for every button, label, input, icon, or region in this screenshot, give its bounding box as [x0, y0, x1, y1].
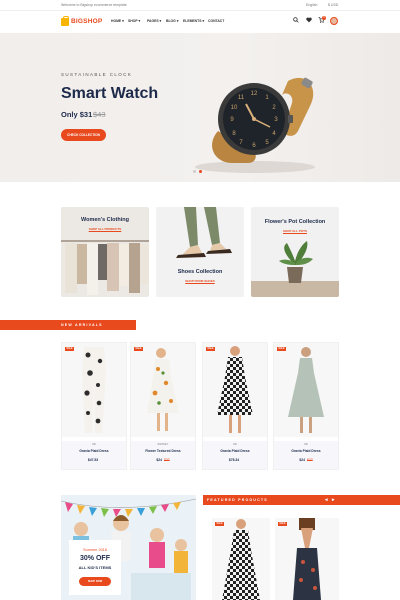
new-arrivals-heading: NEW ARRIVALS: [0, 320, 136, 330]
promo-subtitle: ALL KID'S ITEMS: [78, 565, 112, 570]
hero-old-price: $43: [93, 110, 106, 119]
category-title: Flower's Pot Collection: [264, 219, 326, 225]
menu-item-blog[interactable]: BLOG ▾: [166, 19, 178, 23]
product-info: LBI Gravia Plaid Dress $78.34: [203, 441, 267, 469]
avatar[interactable]: [330, 17, 338, 25]
product-name[interactable]: Gravia Plaid Dress: [203, 449, 267, 453]
sale-badge: SALE: [134, 347, 143, 351]
product-image: [131, 343, 195, 437]
check-collection-button[interactable]: CHECK COLLECTION: [61, 129, 106, 141]
product-brand: LBI: [92, 443, 96, 446]
product-image: [222, 519, 260, 600]
product-brand: LBI: [304, 443, 308, 446]
promo-offer: 30% OFF: [80, 555, 110, 562]
logo[interactable]: BIGSHOP: [61, 16, 103, 27]
sale-badge: SALE: [206, 347, 215, 351]
clothing-rack-image: [61, 240, 149, 295]
slider-dot-1[interactable]: [193, 170, 196, 173]
product-price: $24 $33: [156, 458, 170, 462]
sale-badge: SALE: [215, 522, 224, 526]
svg-text:10: 10: [231, 105, 238, 111]
sale-badge: SALE: [277, 347, 286, 351]
language-select[interactable]: English: [306, 3, 317, 7]
product-card[interactable]: SALE BARNEY Flower Textured Dress $24 $33: [130, 342, 196, 470]
hero-kicker: SUSTAINABLE CLOCK: [61, 72, 133, 77]
cart-count-badge: 0: [322, 16, 326, 20]
sale-badge: SALE: [278, 522, 287, 526]
category-link[interactable]: SHOP ALL POTS: [251, 229, 339, 233]
product-name[interactable]: Gravia Plaid Dress: [274, 449, 338, 453]
prev-arrow-icon[interactable]: ◂: [325, 497, 328, 503]
promo-season: Summer 2018: [83, 548, 107, 552]
product-card[interactable]: SALE LBI Gravia Plaid Dress $24 $33: [273, 342, 339, 470]
product-image: [274, 343, 338, 437]
product-price: $78.34: [228, 458, 240, 462]
shoes-image: [176, 207, 232, 258]
featured-product-card[interactable]: SALE: [275, 518, 339, 600]
welcome-text: Welcome to Bigshop ecommerce template: [61, 3, 127, 7]
featured-products-heading: FEATURED PRODUCTS: [203, 495, 400, 505]
next-arrow-icon[interactable]: ▸: [332, 497, 335, 503]
product-price: $24 $33: [299, 458, 313, 462]
category-card-flower-pots[interactable]: Flower's Pot Collection SHOP ALL POTS: [251, 207, 339, 297]
category-card-shoes[interactable]: Shoes Collection SHOP FROM SHOES: [156, 207, 244, 297]
top-bar: Welcome to Bigshop ecommerce template En…: [0, 0, 400, 11]
category-title: Shoes Collection: [177, 269, 223, 275]
heart-icon[interactable]: [306, 17, 312, 23]
product-price: $47.53: [87, 458, 99, 462]
menu-item-pages[interactable]: PAGES ▾: [147, 19, 161, 23]
sale-badge: SALE: [65, 347, 74, 351]
product-info: LBI Gravia Plaid Dress $24 $33: [274, 441, 338, 469]
svg-text:11: 11: [238, 95, 245, 101]
slider-dot-2[interactable]: [199, 170, 202, 173]
featured-product-card[interactable]: SALE: [212, 518, 270, 600]
watch-image: 12369 1245 781011: [195, 77, 315, 173]
search-icon[interactable]: [293, 17, 299, 23]
menu-item-contact[interactable]: CONTACT: [208, 19, 224, 23]
product-name[interactable]: Gravia Plaid Dress: [62, 449, 126, 453]
main-header: BIGSHOP HOME ▾ SHOP ▾ PAGES ▾ BLOG ▾ ELE…: [0, 12, 400, 32]
flower-pot-image: [251, 241, 339, 297]
currency-select[interactable]: $ USD: [328, 3, 338, 7]
hero-title: Smart Watch: [61, 85, 159, 102]
category-link[interactable]: SHOP ALL PRODUCTS: [61, 227, 149, 231]
product-card[interactable]: SALE LBI Gravia Plaid Dress $78.34: [202, 342, 268, 470]
product-name[interactable]: Flower Textured Dress: [131, 449, 195, 453]
category-link[interactable]: SHOP FROM SHOES: [156, 279, 244, 283]
menu-item-elements[interactable]: ELEMENTS ▾: [183, 19, 204, 23]
product-card[interactable]: SALE LBI Gravia Plaid Dress $47.53: [61, 342, 127, 470]
category-card-womens-clothing[interactable]: Women's Clothing SHOP ALL PRODUCTS: [61, 207, 149, 297]
product-brand: LBI: [233, 443, 237, 446]
category-title: Women's Clothing: [81, 217, 129, 223]
hero-slider: SUSTAINABLE CLOCK Smart Watch Only $31 $…: [0, 33, 400, 182]
kids-promo-card: Summer 2018 30% OFF ALL KID'S ITEMS SHOP…: [69, 540, 121, 595]
kids-promo-banner[interactable]: Summer 2018 30% OFF ALL KID'S ITEMS SHOP…: [61, 495, 196, 600]
product-brand: BARNEY: [157, 443, 169, 446]
logo-text: BIGSHOP: [71, 18, 103, 25]
shop-now-button[interactable]: SHOP NOW: [79, 577, 111, 586]
hero-price: Only $31: [61, 110, 93, 119]
product-image: [203, 343, 267, 437]
product-info: LBI Gravia Plaid Dress $47.53: [62, 441, 126, 469]
svg-text:12: 12: [251, 91, 258, 97]
product-info: BARNEY Flower Textured Dress $24 $33: [131, 441, 195, 469]
menu-item-shop[interactable]: SHOP ▾: [128, 19, 140, 23]
shopping-bag-icon: [61, 16, 69, 26]
menu-item-home[interactable]: HOME ▾: [111, 19, 124, 23]
product-image: [62, 343, 126, 437]
product-image: [293, 518, 321, 600]
